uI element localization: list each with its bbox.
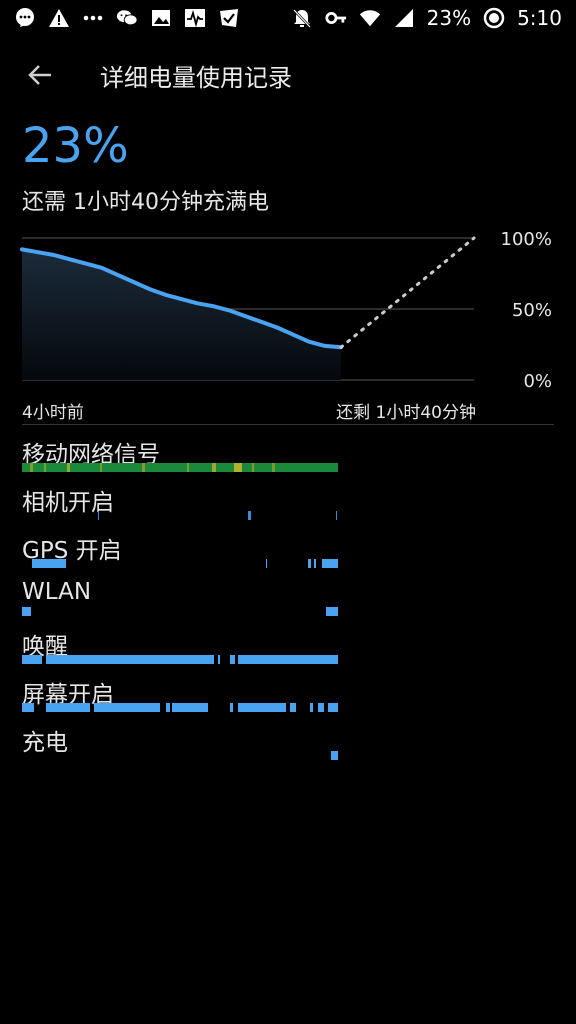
key-icon bbox=[325, 7, 347, 29]
activity-icon bbox=[184, 7, 206, 29]
x-label-start: 4小时前 bbox=[22, 403, 84, 423]
y-tick-label: 50% bbox=[512, 300, 552, 321]
row-label: WLAN bbox=[22, 579, 92, 605]
battery-chart: 100% 50% 0% bbox=[0, 228, 576, 398]
status-right: 23% 5:10 bbox=[291, 6, 562, 30]
battery-saver-icon bbox=[483, 7, 505, 29]
camera-bar bbox=[98, 511, 337, 520]
status-left bbox=[14, 7, 240, 29]
warning-icon bbox=[48, 7, 70, 29]
row-gps-on: GPS 开启 bbox=[22, 529, 554, 577]
clock: 5:10 bbox=[517, 6, 562, 30]
back-arrow-icon bbox=[28, 65, 51, 85]
x-label-end: 还剩 1小时40分钟 bbox=[336, 403, 476, 423]
row-charging: 充电 bbox=[22, 721, 554, 769]
row-wlan: WLAN bbox=[22, 577, 554, 625]
wifi-icon bbox=[359, 7, 381, 29]
row-mobile-signal: 移动网络信号 bbox=[22, 433, 554, 481]
charging-bar bbox=[331, 751, 338, 760]
battery-area bbox=[22, 249, 341, 380]
message-icon bbox=[14, 7, 36, 29]
row-camera-on: 相机开启 bbox=[22, 481, 554, 529]
back-button[interactable] bbox=[0, 50, 80, 100]
divider bbox=[22, 424, 554, 425]
wechat-icon bbox=[116, 7, 138, 29]
row-screen-on: 屏幕开启 bbox=[22, 673, 554, 721]
battery-level: 23% bbox=[22, 118, 129, 174]
projection-line bbox=[339, 236, 476, 349]
signal-bar bbox=[22, 463, 338, 472]
charge-remaining: 还需 1小时40分钟充满电 bbox=[22, 190, 269, 215]
row-wake: 唤醒 bbox=[22, 625, 554, 673]
image-icon bbox=[150, 7, 172, 29]
gps-bar bbox=[32, 559, 338, 568]
wake-bar bbox=[22, 655, 338, 664]
check-icon bbox=[218, 7, 240, 29]
signal-icon bbox=[393, 7, 415, 29]
battery-chart-svg: 100% 50% 0% bbox=[20, 229, 552, 392]
usage-list: 移动网络信号 相机开启 GPS 开启 WLAN 唤醒 屏幕开启 充电 bbox=[22, 433, 554, 769]
status-bar: 23% 5:10 bbox=[0, 0, 576, 36]
more-icon bbox=[82, 7, 104, 29]
top-bar: 详细电量使用记录 bbox=[0, 50, 576, 100]
y-tick-label: 100% bbox=[501, 229, 552, 250]
notification-off-icon bbox=[291, 7, 313, 29]
battery-percent: 23% bbox=[426, 6, 472, 30]
wlan-bar bbox=[22, 607, 338, 616]
page-title: 详细电量使用记录 bbox=[100, 63, 292, 92]
y-tick-label: 0% bbox=[523, 371, 552, 392]
screen-bar bbox=[22, 703, 338, 712]
